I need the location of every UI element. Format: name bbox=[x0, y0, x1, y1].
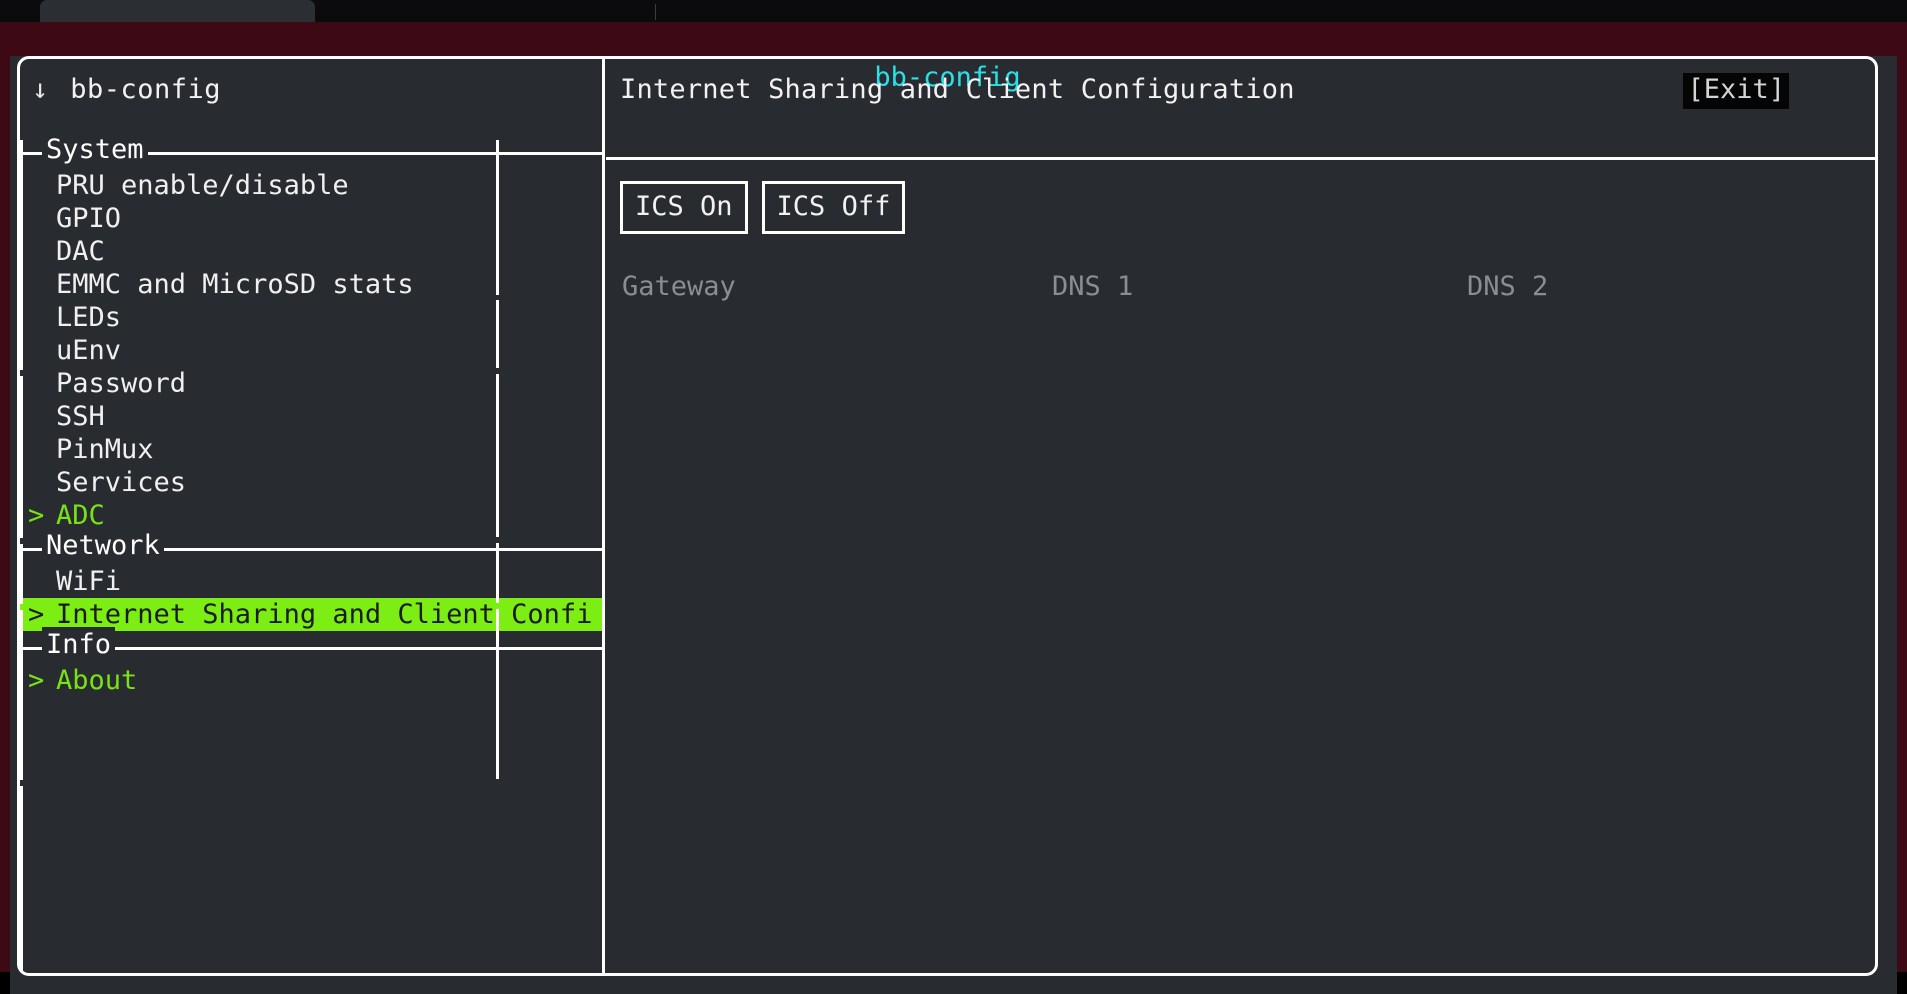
header-divider-rule bbox=[606, 157, 1876, 160]
ics-off-button[interactable]: ICS Off bbox=[762, 181, 906, 234]
sidebar-item-label: EMMC and MicroSD stats bbox=[56, 269, 414, 300]
sidebar-item-about[interactable]: > About bbox=[20, 664, 602, 697]
sidebar-track-left-1 bbox=[20, 140, 23, 370]
sidebar-item-services[interactable]: Services bbox=[20, 466, 602, 499]
sidebar-track-left-3 bbox=[20, 544, 23, 604]
sidebar-item-label: SSH bbox=[56, 401, 105, 432]
browser-tab-strip bbox=[0, 0, 1907, 22]
sidebar-section-network: Network bbox=[20, 532, 602, 565]
ics-on-button[interactable]: ICS On bbox=[620, 181, 748, 234]
section-label-system: System bbox=[42, 132, 148, 168]
sidebar-item-gpio[interactable]: GPIO bbox=[20, 202, 602, 235]
sidebar-item-pinmux[interactable]: PinMux bbox=[20, 433, 602, 466]
sidebar-item-label: GPIO bbox=[56, 203, 121, 234]
sidebar-item-label: WiFi bbox=[56, 566, 121, 597]
sidebar-track-left-4 bbox=[20, 610, 23, 780]
section-label-network: Network bbox=[42, 528, 164, 564]
sidebar-track-left-2 bbox=[20, 376, 23, 538]
content-panel: ICS On ICS Off Gateway DNS 1 DNS 2 bbox=[610, 166, 1872, 966]
dns2-input[interactable]: DNS 2 bbox=[1467, 271, 1862, 302]
sidebar-track-right-5 bbox=[496, 609, 499, 779]
sidebar-item-dac[interactable]: DAC bbox=[20, 235, 602, 268]
sidebar-section-system: System bbox=[20, 136, 602, 169]
screen: bb-config ↓ bb-config [Exit] Internet Sh… bbox=[0, 0, 1907, 972]
sidebar-menu: System PRU enable/disable GPIO DAC EMMC bbox=[20, 136, 602, 972]
sidebar-item-pru[interactable]: PRU enable/disable bbox=[20, 169, 602, 202]
sidebar-item-label: ADC bbox=[56, 500, 105, 531]
sidebar-item-password[interactable]: Password bbox=[20, 367, 602, 400]
header-left: ↓ bb-config bbox=[20, 59, 585, 119]
sidebar-track-right-3 bbox=[496, 374, 499, 537]
sidebar-track-right-1 bbox=[496, 140, 499, 295]
sidebar-item-label: About bbox=[56, 665, 137, 696]
sidebar-item-label: PinMux bbox=[56, 434, 154, 465]
sidebar-item-label: DAC bbox=[56, 236, 105, 267]
sidebar-item-label: Internet Sharing and Client Confi bbox=[56, 599, 592, 630]
section-label-info: Info bbox=[42, 627, 115, 663]
window-frame: bb-config ↓ bb-config [Exit] Internet Sh… bbox=[0, 22, 1907, 972]
header-right: Internet Sharing and Client Configuratio… bbox=[620, 59, 1870, 119]
panel-title: Internet Sharing and Client Configuratio… bbox=[620, 74, 1295, 105]
app-title: bb-config bbox=[70, 74, 221, 105]
tab-separator bbox=[655, 4, 656, 20]
ics-button-group: ICS On ICS Off bbox=[620, 181, 905, 234]
sidebar-item-label: PRU enable/disable bbox=[56, 170, 349, 201]
sidebar-item-leds[interactable]: LEDs bbox=[20, 301, 602, 334]
sidebar-track-right-4 bbox=[496, 543, 499, 603]
network-field-row: Gateway DNS 1 DNS 2 bbox=[622, 271, 1862, 302]
sidebar-item-label: LEDs bbox=[56, 302, 121, 333]
sidebar-item-uenv[interactable]: uEnv bbox=[20, 334, 602, 367]
dns1-input[interactable]: DNS 1 bbox=[1052, 271, 1467, 302]
expand-arrow-icon: > bbox=[28, 500, 56, 531]
sidebar-item-label: Password bbox=[56, 368, 186, 399]
sidebar-track-left-5 bbox=[20, 786, 23, 972]
header-bar: ↓ bb-config [Exit] Internet Sharing and … bbox=[20, 59, 1875, 119]
terminal-surface: bb-config ↓ bb-config [Exit] Internet Sh… bbox=[10, 56, 1897, 994]
sidebar-item-label: Services bbox=[56, 467, 186, 498]
sidebar-section-info: Info bbox=[20, 631, 602, 664]
sidebar-item-ssh[interactable]: SSH bbox=[20, 400, 602, 433]
sidebar-item-wifi[interactable]: WiFi bbox=[20, 565, 602, 598]
expand-arrow-icon: > bbox=[28, 665, 56, 696]
collapse-arrow-icon[interactable]: ↓ bbox=[32, 76, 48, 103]
sidebar-content-divider bbox=[602, 59, 605, 973]
gateway-input[interactable]: Gateway bbox=[622, 271, 1052, 302]
sidebar-item-emmc-microsd-stats[interactable]: EMMC and MicroSD stats bbox=[20, 268, 602, 301]
sidebar-item-label: uEnv bbox=[56, 335, 121, 366]
sidebar-track-right-2 bbox=[496, 300, 499, 368]
active-tab[interactable] bbox=[40, 0, 315, 22]
expand-arrow-icon: > bbox=[28, 599, 56, 630]
